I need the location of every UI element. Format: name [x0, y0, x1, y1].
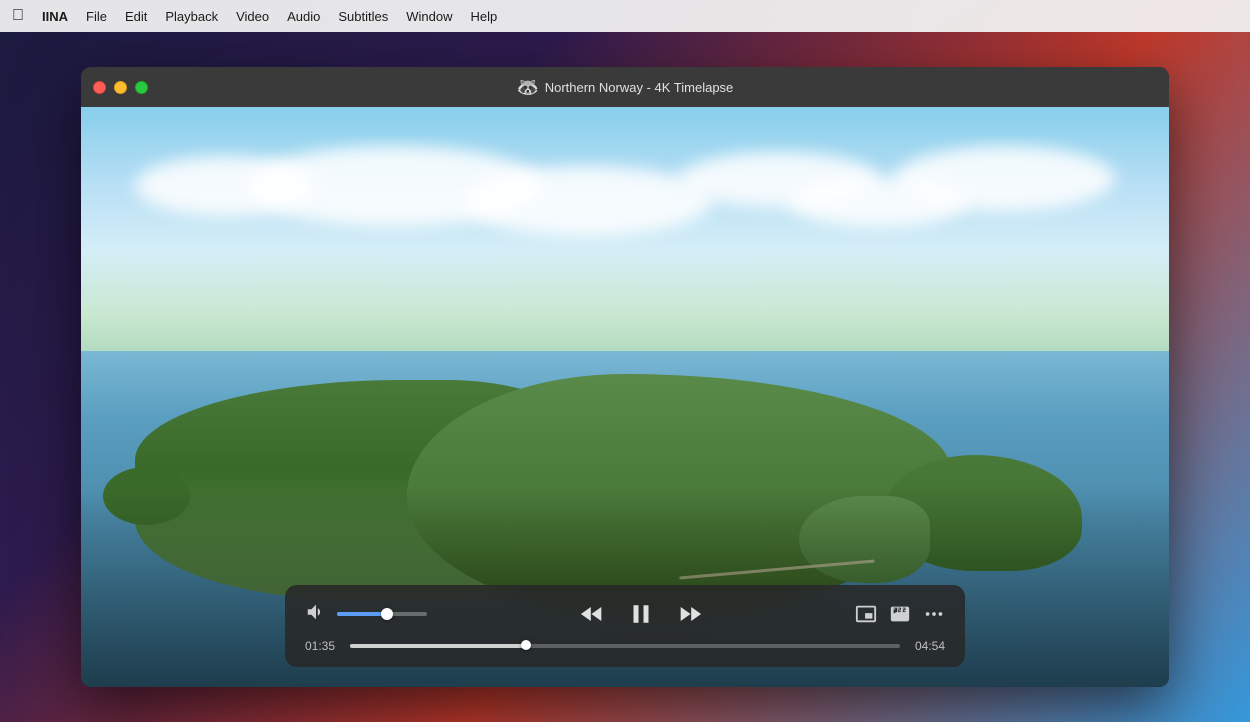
menu-subtitles[interactable]: Subtitles: [338, 9, 388, 24]
pause-button[interactable]: [626, 599, 656, 629]
window-title: Northern Norway - 4K Timelapse: [545, 80, 734, 95]
app-window: 🦝 Northern Norway - 4K Timelapse: [81, 67, 1169, 687]
rewind-button[interactable]: [578, 600, 606, 628]
cloud-6: [895, 146, 1115, 211]
app-icon: 🦝: [517, 77, 537, 97]
controls-overlay: 01:35 04:54: [285, 585, 965, 667]
menu-help[interactable]: Help: [471, 9, 498, 24]
volume-thumb: [381, 608, 393, 620]
volume-icon: [305, 601, 327, 628]
controls-top-row: [305, 599, 945, 629]
video-scene: 01:35 04:54: [81, 107, 1169, 687]
volume-control: [305, 601, 427, 628]
title-bar: 🦝 Northern Norway - 4K Timelapse: [81, 67, 1169, 107]
minimize-button[interactable]: [114, 81, 127, 94]
menubar:  IINA File Edit Playback Video Audio Su…: [0, 0, 1250, 32]
extra-controls: [855, 603, 945, 625]
title-bar-center: 🦝 Northern Norway - 4K Timelapse: [517, 77, 734, 97]
subtitles-button[interactable]: [889, 603, 911, 625]
total-time: 04:54: [910, 639, 945, 653]
desktop: 🦝 Northern Norway - 4K Timelapse: [0, 32, 1250, 722]
menu-window[interactable]: Window: [406, 9, 452, 24]
progress-thumb: [521, 640, 531, 650]
apple-menu[interactable]: : [12, 7, 24, 25]
menu-iina[interactable]: IINA: [42, 9, 68, 24]
playback-controls: [578, 599, 704, 629]
fast-forward-button[interactable]: [676, 600, 704, 628]
video-area[interactable]: 01:35 04:54: [81, 107, 1169, 687]
maximize-button[interactable]: [135, 81, 148, 94]
progress-fill: [350, 644, 526, 648]
menu-file[interactable]: File: [86, 9, 107, 24]
menu-edit[interactable]: Edit: [125, 9, 147, 24]
cloud-layer: [81, 136, 1169, 339]
traffic-lights: [93, 81, 148, 94]
volume-slider[interactable]: [337, 612, 427, 616]
more-button[interactable]: [923, 603, 945, 625]
cloud-3: [462, 166, 712, 236]
controls-bottom-row: 01:35 04:54: [305, 639, 945, 653]
menu-audio[interactable]: Audio: [287, 9, 320, 24]
menu-playback[interactable]: Playback: [165, 9, 218, 24]
current-time: 01:35: [305, 639, 340, 653]
volume-fill: [337, 612, 387, 616]
menu-video[interactable]: Video: [236, 9, 269, 24]
progress-bar[interactable]: [350, 644, 900, 648]
pip-button[interactable]: [855, 603, 877, 625]
close-button[interactable]: [93, 81, 106, 94]
